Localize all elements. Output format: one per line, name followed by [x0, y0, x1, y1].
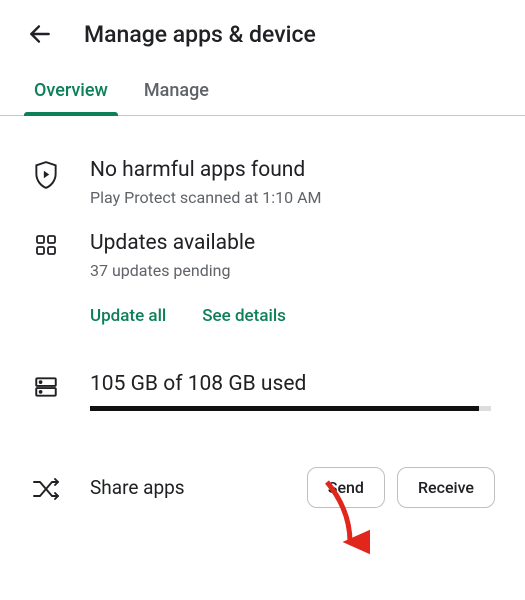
play-protect-subtitle: Play Protect scanned at 1:10 AM	[90, 188, 495, 207]
storage-row[interactable]: 105 GB of 108 GB used	[0, 330, 525, 411]
storage-progress-bar	[90, 406, 491, 411]
shield-play-icon	[33, 160, 59, 190]
updates-subtitle: 37 updates pending	[90, 261, 495, 280]
share-apps-title: Share apps	[90, 476, 185, 499]
play-protect-row[interactable]: No harmful apps found Play Protect scann…	[0, 134, 525, 207]
play-protect-title: No harmful apps found	[90, 158, 495, 182]
storage-text: 105 GB of 108 GB used	[90, 372, 491, 396]
tab-manage[interactable]: Manage	[140, 68, 213, 115]
see-details-button[interactable]: See details	[202, 306, 286, 326]
updates-row[interactable]: Updates available 37 updates pending	[0, 207, 525, 280]
updates-title: Updates available	[90, 231, 495, 255]
arrow-back-icon	[27, 21, 53, 47]
update-all-button[interactable]: Update all	[90, 306, 166, 326]
page-title: Manage apps & device	[84, 21, 316, 48]
share-apps-row: Share apps Send Receive	[0, 411, 525, 508]
tab-bar: Overview Manage	[0, 68, 525, 116]
storage-icon	[33, 374, 59, 400]
receive-button[interactable]: Receive	[397, 467, 495, 508]
apps-grid-icon	[34, 233, 58, 257]
send-button[interactable]: Send	[307, 467, 385, 508]
storage-progress-fill	[90, 406, 479, 411]
back-button[interactable]	[24, 18, 56, 50]
shuffle-icon	[32, 478, 60, 500]
tab-overview[interactable]: Overview	[30, 68, 112, 115]
